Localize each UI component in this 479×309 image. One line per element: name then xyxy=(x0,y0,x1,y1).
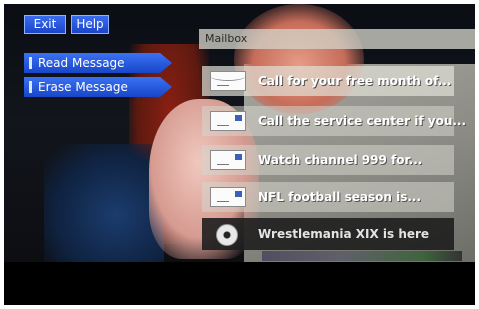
message-subject: Call for your free month of... xyxy=(258,74,452,88)
message-row[interactable]: Call the service center if you... xyxy=(202,106,466,136)
help-button[interactable]: Help xyxy=(71,15,109,34)
menu-marker xyxy=(29,57,32,69)
bottom-bar xyxy=(4,262,475,305)
message-subject: Call the service center if you... xyxy=(258,114,467,128)
read-message-button[interactable]: Read Message xyxy=(24,53,172,73)
message-subject: NFL football season is... xyxy=(258,190,422,204)
message-row[interactable]: NFL football season is... xyxy=(202,182,454,212)
message-row[interactable]: Wrestlemania XIX is here xyxy=(202,218,454,250)
message-subject: Watch channel 999 for... xyxy=(258,153,423,167)
erase-message-label: Erase Message xyxy=(38,80,128,94)
envelope-icon xyxy=(210,111,246,131)
envelope-icon xyxy=(210,150,246,170)
tv-screen: Exit Help Read Message Erase Message Mai… xyxy=(4,4,475,305)
envelope-icon xyxy=(210,187,246,207)
background-strip xyxy=(262,251,462,261)
erase-message-button[interactable]: Erase Message xyxy=(24,77,172,97)
message-row[interactable]: Watch channel 999 for... xyxy=(202,145,454,175)
background-face xyxy=(234,4,364,114)
mailbox-title: Mailbox xyxy=(199,29,475,49)
menu-marker xyxy=(29,81,32,93)
disc-icon xyxy=(216,224,238,246)
message-row[interactable]: Call for your free month of... xyxy=(202,66,454,96)
envelope-open-icon xyxy=(210,71,246,91)
background-blue-area xyxy=(44,144,164,262)
message-subject: Wrestlemania XIX is here xyxy=(258,227,430,241)
exit-button[interactable]: Exit xyxy=(24,15,66,34)
read-message-label: Read Message xyxy=(38,56,125,70)
